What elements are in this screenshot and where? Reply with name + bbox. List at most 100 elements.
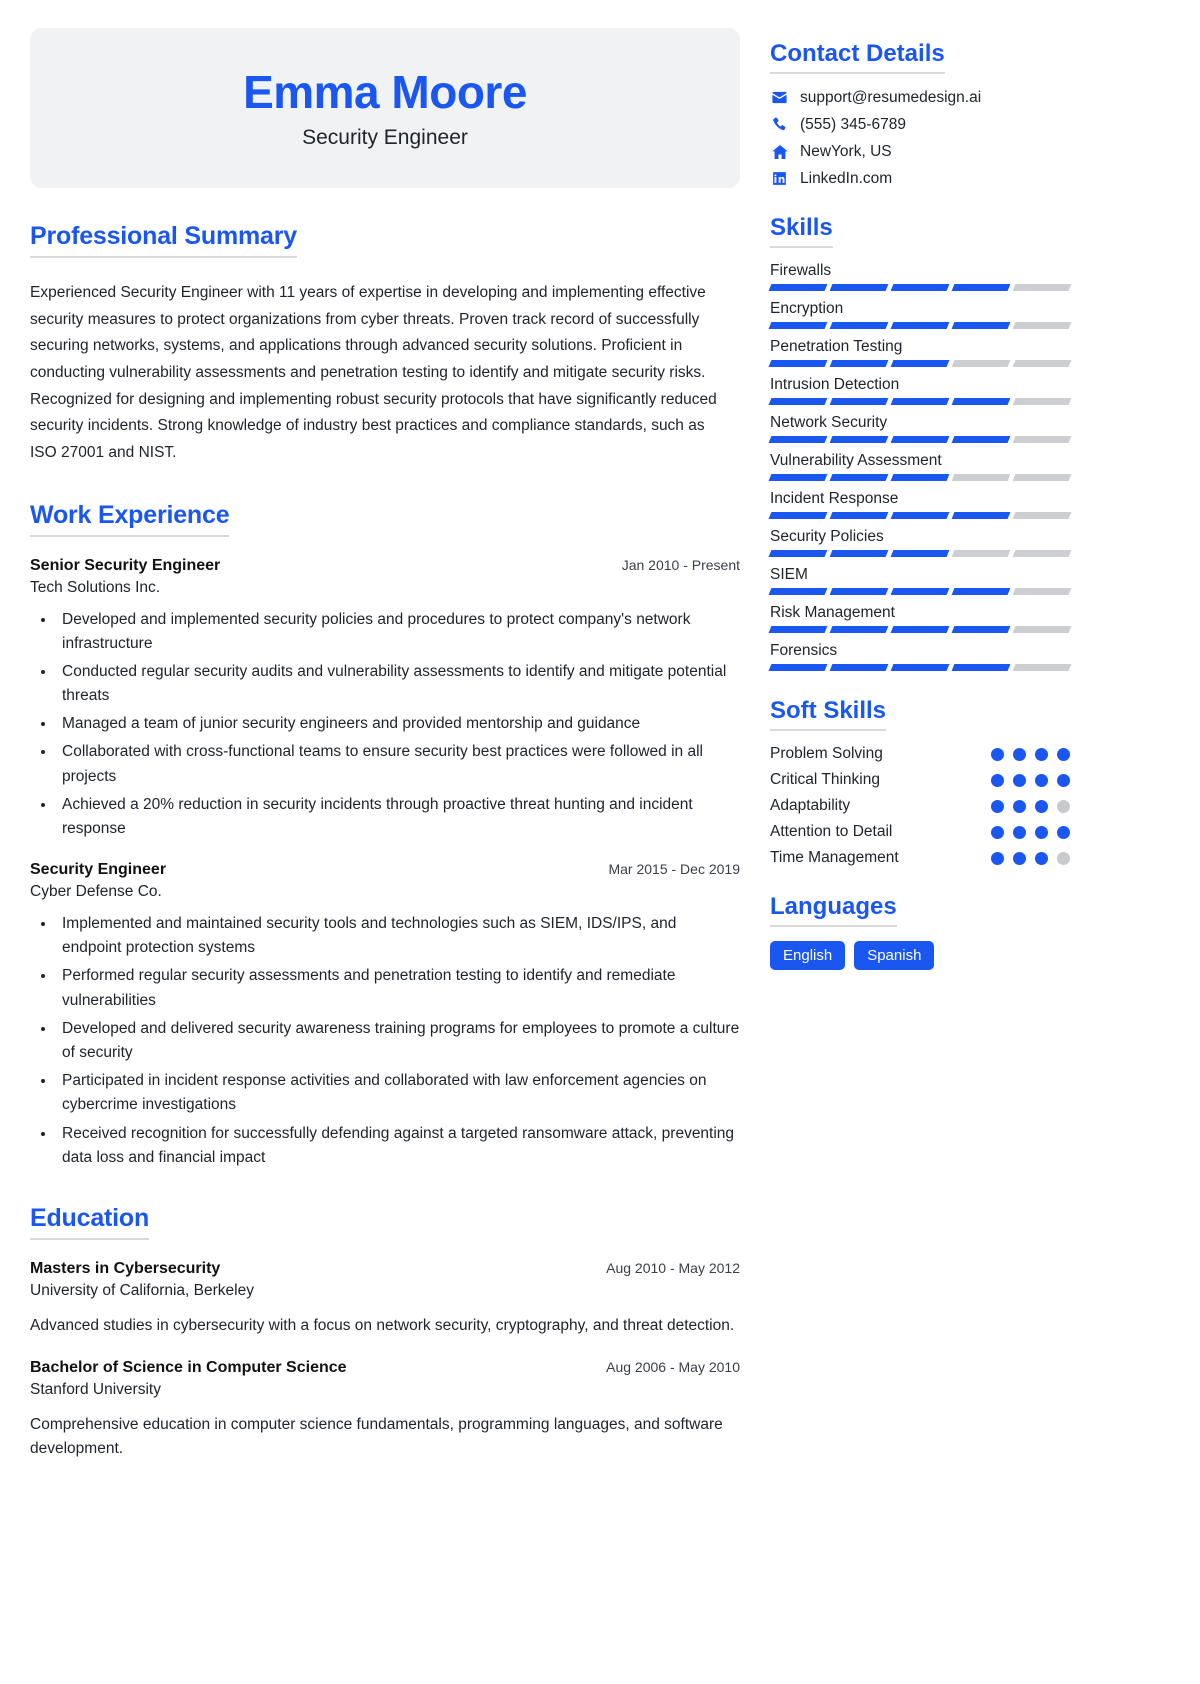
contact-item-value: NewYork, US: [800, 142, 892, 160]
languages-section: Languages English Spanish: [770, 893, 1070, 970]
contact-item[interactable]: (555) 345-6789: [770, 115, 1070, 134]
list-item: Performed regular security assessments a…: [56, 964, 740, 1012]
sidebar-column: Contact Details support@resumedesign.ai …: [768, 28, 1072, 1684]
job-title: Security Engineer: [302, 125, 468, 149]
skill-item: Intrusion Detection: [768, 376, 1072, 405]
skill-segment: [829, 398, 889, 405]
skill-item: Security Policies: [768, 528, 1072, 557]
skill-segment: [768, 322, 828, 329]
list-item: Developed and delivered security awarene…: [56, 1017, 740, 1065]
skill-level-bar: [768, 398, 1072, 405]
soft-skill-rating: [991, 747, 1070, 761]
soft-skill-item: Attention to Detail: [770, 823, 1070, 841]
skill-level-bar: [768, 360, 1072, 367]
rating-dot: [1057, 799, 1070, 813]
contact-item-value: support@resumedesign.ai: [800, 88, 982, 106]
work-entry-list: Senior Security Engineer Jan 2010 - Pres…: [30, 557, 740, 1170]
skill-label: Firewalls: [770, 262, 832, 279]
rating-dot: [991, 773, 1004, 787]
skill-segment: [1012, 322, 1072, 329]
skill-segment: [1012, 398, 1072, 405]
skill-segment: [1012, 436, 1072, 443]
work-experience-heading: Work Experience: [30, 501, 230, 537]
skill-item: Incident Response: [768, 490, 1072, 519]
education-entry: Masters in Cybersecurity Aug 2010 - May …: [30, 1260, 740, 1339]
skill-item: Penetration Testing: [768, 338, 1072, 367]
skill-segment: [890, 474, 950, 481]
skill-item: Encryption: [768, 300, 1072, 329]
rating-dot: [1057, 747, 1070, 761]
skill-segment: [829, 284, 889, 291]
home-icon: [770, 142, 789, 161]
contact-item[interactable]: NewYork, US: [770, 142, 1070, 161]
skill-segment: [768, 588, 828, 595]
skill-segment: [829, 322, 889, 329]
skill-segment: [951, 626, 1011, 633]
skill-segment: [890, 588, 950, 595]
skills-heading: Skills: [770, 214, 833, 248]
skill-segment: [951, 550, 1011, 557]
skill-item: Vulnerability Assessment: [768, 452, 1072, 481]
contact-item[interactable]: LinkedIn.com: [770, 169, 1070, 188]
contact-item-value: LinkedIn.com: [800, 169, 893, 187]
skill-segment: [768, 512, 828, 519]
skill-segment: [768, 626, 828, 633]
skill-segment: [951, 436, 1011, 443]
main-column: Emma Moore Security Engineer Professiona…: [30, 28, 740, 1684]
skill-segment: [768, 360, 828, 367]
soft-skill-label: Attention to Detail: [770, 823, 893, 840]
soft-skill-label: Problem Solving: [770, 745, 883, 762]
education-entry: Bachelor of Science in Computer Science …: [30, 1359, 740, 1463]
work-entry-date: Jan 2010 - Present: [621, 556, 740, 573]
page-title: Emma Moore: [243, 66, 527, 119]
list-item: Achieved a 20% reduction in security inc…: [56, 793, 740, 841]
contact-item[interactable]: support@resumedesign.ai: [770, 88, 1070, 107]
skill-segment: [768, 664, 828, 671]
education-section: Education Masters in Cybersecurity Aug 2…: [30, 1204, 740, 1462]
work-entry-organization: Tech Solutions Inc.: [30, 578, 161, 596]
skill-segment: [951, 664, 1011, 671]
skill-segment: [951, 360, 1011, 367]
rating-dot: [991, 747, 1004, 761]
skill-level-bar: [768, 322, 1072, 329]
list-item: Implemented and maintained security tool…: [56, 912, 740, 960]
rating-dot: [1057, 825, 1070, 839]
education-entry-title: Masters in Cybersecurity: [30, 1259, 221, 1277]
contact-heading: Contact Details: [770, 40, 945, 74]
skill-label: Network Security: [770, 414, 888, 431]
skill-segment: [951, 588, 1011, 595]
language-badge[interactable]: English: [770, 941, 846, 970]
skill-segment: [951, 474, 1011, 481]
skill-label: SIEM: [770, 566, 808, 583]
rating-dot: [1035, 747, 1048, 761]
work-entry-organization: Cyber Defense Co.: [30, 883, 162, 901]
rating-dot: [1013, 799, 1026, 813]
soft-skill-rating: [991, 773, 1070, 787]
soft-skills-heading: Soft Skills: [770, 697, 887, 731]
soft-skill-rating: [991, 825, 1070, 839]
rating-dot: [1035, 799, 1048, 813]
skill-segment: [890, 664, 950, 671]
skill-label: Penetration Testing: [770, 338, 903, 355]
summary-text: Experienced Security Engineer with 11 ye…: [30, 284, 717, 461]
soft-skill-item: Adaptability: [770, 797, 1070, 815]
skill-level-bar: [768, 436, 1072, 443]
work-entry-header: Security Engineer Mar 2015 - Dec 2019: [30, 861, 740, 879]
list-item: Conducted regular security audits and vu…: [56, 660, 740, 708]
skill-level-bar: [768, 588, 1072, 595]
work-entry-header: Senior Security Engineer Jan 2010 - Pres…: [30, 557, 740, 575]
soft-skill-rating: [991, 799, 1070, 813]
list-item: Received recognition for successfully de…: [56, 1122, 740, 1170]
skill-segment: [829, 664, 889, 671]
skill-segment: [890, 436, 950, 443]
language-badge[interactable]: Spanish: [854, 941, 935, 970]
skill-segment: [1012, 588, 1072, 595]
work-entry-bullets: Implemented and maintained security tool…: [56, 912, 740, 1170]
skill-segment: [951, 284, 1011, 291]
education-entry-date: Aug 2006 - May 2010: [606, 1358, 740, 1375]
skill-segment: [1012, 474, 1072, 481]
skill-item: Risk Management: [768, 604, 1072, 633]
skills-section: Skills Firewalls Encryption Penetration …: [768, 214, 1072, 671]
education-entry-description: Advanced studies in cybersecurity with a…: [30, 1316, 735, 1334]
phone-icon: [770, 115, 789, 134]
